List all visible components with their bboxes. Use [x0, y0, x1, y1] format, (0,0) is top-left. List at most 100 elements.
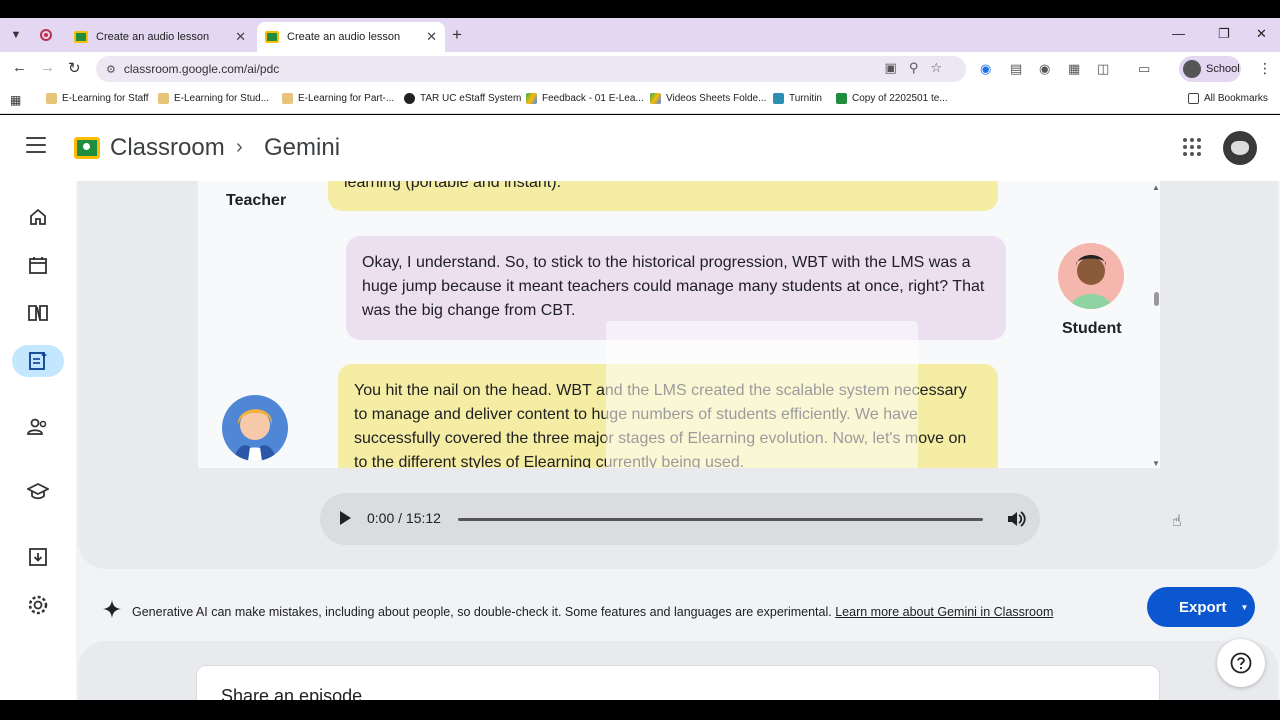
learn-more-link[interactable]: Learn more about Gemini in Classroom [835, 605, 1053, 619]
breadcrumb: Gemini [264, 134, 341, 161]
url-bar[interactable]: ⚙ classroom.google.com/ai/pdc ▣⚲☆ [96, 56, 966, 82]
all-bookmarks-button[interactable]: All Bookmarks [1188, 93, 1268, 104]
teacher-label: Teacher [226, 192, 287, 209]
export-button[interactable]: Export ▼ [1147, 587, 1255, 627]
tab-title: Create an audio lesson [287, 31, 401, 43]
globe-icon [404, 93, 415, 104]
window-close-button[interactable]: ✕ [1256, 26, 1267, 42]
chevron-right-icon: › [236, 136, 243, 158]
extension-icon[interactable]: ▦ [1068, 61, 1080, 77]
classroom-app: Classroom › Gemini learning (portable an… [0, 115, 1280, 700]
help-button[interactable] [1217, 639, 1265, 687]
app-title[interactable]: Classroom [110, 134, 225, 162]
folder-icon [158, 93, 169, 104]
sparkle-icon [102, 599, 122, 619]
omnibox-actions[interactable]: ▣⚲☆ [885, 60, 954, 76]
ai-disclaimer: Generative AI can make mistakes, includi… [76, 587, 1280, 637]
profile-label: School [1206, 63, 1240, 75]
camera-icon[interactable]: ◉ [1039, 61, 1050, 77]
cast-icon[interactable]: ▭ [1138, 61, 1150, 77]
google-apps-icon[interactable] [1183, 138, 1201, 156]
restore-button[interactable]: ❐ [1218, 26, 1230, 42]
bookmark-item[interactable]: Feedback - 01 E-Lea... [526, 93, 644, 104]
puzzle-icon[interactable]: ◫ [1097, 61, 1109, 77]
classroom-logo-icon[interactable] [74, 137, 100, 159]
site-info-icon[interactable]: ⚙ [106, 63, 116, 76]
minimize-button[interactable]: — [1172, 26, 1185, 41]
recording-icon [40, 29, 52, 41]
school-icon[interactable] [26, 479, 50, 503]
audio-player: 0:00 / 15:12 [320, 493, 1040, 545]
extension-icon[interactable]: ◉ [980, 61, 991, 77]
loading-overlay [606, 321, 918, 468]
bookmark-item[interactable]: E-Learning for Staff [46, 93, 149, 104]
folder-icon [46, 93, 57, 104]
bookmark-item[interactable]: Videos Sheets Folde... [650, 93, 766, 104]
audio-lesson-icon[interactable] [12, 345, 64, 377]
main-menu-button[interactable] [26, 137, 46, 153]
home-icon[interactable] [26, 205, 50, 229]
bookmarks-bar: ▦ E-Learning for Staff E-Learning for St… [0, 86, 1280, 114]
close-icon[interactable]: ✕ [426, 29, 437, 45]
browser-tab-1[interactable]: Create an audio lesson ✕ [66, 22, 254, 52]
bookmark-item[interactable]: TAR UC eStaff System [404, 93, 521, 104]
people-icon[interactable] [26, 415, 50, 439]
apps-icon[interactable]: ▦ [10, 93, 21, 107]
volume-icon[interactable] [1006, 509, 1026, 529]
teacher-message: learning (portable and instant). [328, 181, 998, 211]
tab-title: Create an audio lesson [96, 31, 210, 43]
new-tab-button[interactable]: + [452, 25, 462, 45]
teacher-avatar [222, 395, 288, 461]
drive-icon [526, 93, 537, 104]
progress-slider[interactable] [458, 518, 983, 521]
app-header: Classroom › Gemini [0, 115, 1280, 181]
book-icon[interactable] [26, 301, 50, 325]
main-content: learning (portable and instant). Teacher… [76, 181, 1280, 700]
calendar-icon[interactable] [26, 253, 50, 277]
scroll-down-arrow[interactable]: ▼ [1152, 459, 1160, 468]
hand-cursor-icon: ☝ [1172, 513, 1182, 530]
tab-search-button[interactable]: ▼ [6, 25, 26, 45]
play-icon[interactable] [340, 511, 351, 525]
close-icon[interactable]: ✕ [235, 29, 246, 45]
turnitin-icon [773, 93, 784, 104]
back-button[interactable]: ← [12, 59, 27, 76]
transcript-panel[interactable]: learning (portable and instant). Teacher… [198, 181, 1160, 468]
reload-button[interactable]: ↻ [68, 59, 81, 77]
browser-tab-strip: ▼ Create an audio lesson ✕ Create an aud… [0, 18, 1280, 52]
browser-tab-2[interactable]: Create an audio lesson ✕ [257, 22, 445, 52]
share-card: Share an episode [196, 665, 1160, 700]
scroll-up-arrow[interactable]: ▲ [1152, 183, 1160, 192]
archive-icon[interactable] [26, 545, 50, 569]
extension-icon[interactable]: ▤ [1010, 61, 1022, 77]
playback-time: 0:00 / 15:12 [367, 510, 441, 526]
share-title: Share an episode [221, 686, 363, 700]
disclaimer-text: Generative AI can make mistakes, includi… [132, 605, 1054, 619]
classroom-favicon-icon [265, 31, 279, 43]
settings-icon[interactable] [26, 593, 50, 617]
forward-button[interactable]: → [40, 59, 55, 76]
student-label: Student [1062, 320, 1122, 337]
url-text: classroom.google.com/ai/pdc [123, 62, 280, 76]
share-section: Share an episode [78, 641, 1278, 700]
bookmark-item[interactable]: Copy of 2202501 te... [836, 93, 948, 104]
dropdown-caret-icon: ▼ [1240, 602, 1249, 612]
audio-lesson-card: learning (portable and instant). Teacher… [78, 181, 1278, 569]
bookmark-item[interactable]: Turnitin [773, 93, 822, 104]
student-avatar [1058, 243, 1124, 309]
drive-icon [650, 93, 661, 104]
folder-icon [282, 93, 293, 104]
scrollbar-thumb[interactable] [1154, 292, 1159, 306]
classroom-favicon-icon [74, 31, 88, 43]
side-navigation [0, 181, 76, 700]
bookmark-item[interactable]: E-Learning for Stud... [158, 93, 269, 104]
profile-button[interactable]: School [1179, 56, 1241, 82]
folder-icon [1188, 93, 1199, 104]
browser-menu-button[interactable]: ⋮ [1258, 60, 1272, 77]
sheets-icon [836, 93, 847, 104]
avatar [1183, 60, 1201, 78]
browser-toolbar: ← → ↻ ⚙ classroom.google.com/ai/pdc ▣⚲☆ … [0, 52, 1280, 86]
screen-bottom-strip [0, 700, 1280, 720]
avatar[interactable] [1223, 131, 1257, 165]
bookmark-item[interactable]: E-Learning for Part-... [282, 93, 394, 104]
